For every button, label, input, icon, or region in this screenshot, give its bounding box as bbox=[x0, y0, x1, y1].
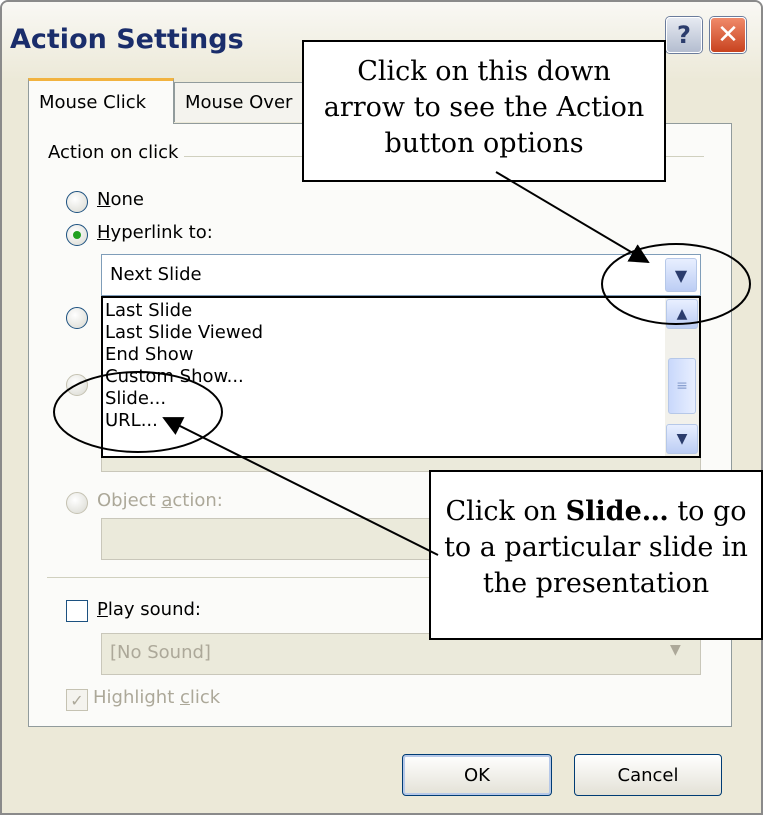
close-icon: ✕ bbox=[717, 20, 739, 50]
none-radio[interactable] bbox=[66, 191, 88, 213]
sound-value: [No Sound] bbox=[110, 642, 211, 663]
highlight-click-label: Highlight click bbox=[93, 687, 221, 708]
list-item[interactable]: Custom Show... bbox=[105, 366, 244, 387]
tab-mouse-over[interactable]: Mouse Over bbox=[174, 82, 306, 122]
callout-text-line: to a particular slide in bbox=[444, 532, 748, 563]
none-label: None bbox=[97, 189, 144, 210]
callout-text-line: the presentation bbox=[482, 568, 710, 599]
hyperlink-selected-value: Next Slide bbox=[110, 264, 202, 285]
scroll-thumb[interactable]: ≡ bbox=[668, 358, 696, 414]
play-sound-checkbox[interactable] bbox=[66, 600, 88, 622]
hyperlink-label: Hyperlink to: bbox=[97, 222, 213, 243]
scroll-up-button[interactable]: ▲ bbox=[666, 299, 698, 329]
help-icon: ? bbox=[677, 21, 691, 49]
callout-text-line: button options bbox=[384, 128, 584, 159]
run-program-radio[interactable] bbox=[66, 307, 88, 329]
action-on-click-label: Action on click bbox=[42, 142, 185, 163]
object-action-label: Object action: bbox=[97, 490, 223, 511]
chevron-down-icon: ▼ bbox=[670, 642, 681, 658]
callout-text-line: Click on Slide… to go bbox=[445, 496, 747, 527]
chevron-down-icon: ▼ bbox=[676, 431, 688, 447]
run-macro-radio[interactable] bbox=[66, 374, 88, 396]
highlight-click-checkbox[interactable]: ✓ bbox=[66, 689, 88, 711]
list-item[interactable]: Last Slide Viewed bbox=[105, 322, 263, 343]
grip-icon: ≡ bbox=[676, 378, 688, 394]
list-item[interactable]: URL... bbox=[105, 410, 158, 432]
dialog-title: Action Settings bbox=[10, 24, 244, 55]
ok-button[interactable]: OK bbox=[402, 754, 552, 796]
chevron-up-icon: ▲ bbox=[676, 306, 688, 322]
checkmark-icon: ✓ bbox=[70, 690, 84, 710]
list-item-slide[interactable]: Slide... bbox=[105, 388, 166, 409]
play-sound-label: Play sound: bbox=[97, 599, 201, 620]
scroll-down-button[interactable]: ▼ bbox=[666, 424, 698, 454]
callout-dropdown-arrow: Click on this down arrow to see the Acti… bbox=[302, 40, 666, 182]
callout-text-line: arrow to see the Action bbox=[323, 92, 645, 123]
hyperlink-select[interactable]: Next Slide ▼ bbox=[101, 254, 701, 296]
list-item[interactable]: Last Slide bbox=[105, 300, 192, 321]
tab-mouse-click[interactable]: Mouse Click bbox=[28, 78, 174, 124]
help-button[interactable]: ? bbox=[666, 17, 702, 53]
chevron-down-icon: ▼ bbox=[674, 265, 688, 285]
hyperlink-radio[interactable] bbox=[66, 224, 88, 246]
hyperlink-options-list[interactable]: Last Slide Last Slide Viewed End Show Cu… bbox=[101, 296, 701, 458]
callout-text-line: Click on this down bbox=[357, 56, 611, 87]
close-button[interactable]: ✕ bbox=[710, 17, 746, 53]
cancel-button[interactable]: Cancel bbox=[574, 754, 722, 796]
object-action-radio[interactable] bbox=[66, 492, 88, 514]
list-item[interactable]: End Show bbox=[105, 344, 194, 365]
dropdown-arrow-button[interactable]: ▼ bbox=[665, 258, 697, 292]
callout-slide-option: Click on Slide… to go to a particular sl… bbox=[429, 470, 763, 640]
list-scrollbar[interactable]: ▲ ≡ ▼ bbox=[665, 298, 699, 456]
